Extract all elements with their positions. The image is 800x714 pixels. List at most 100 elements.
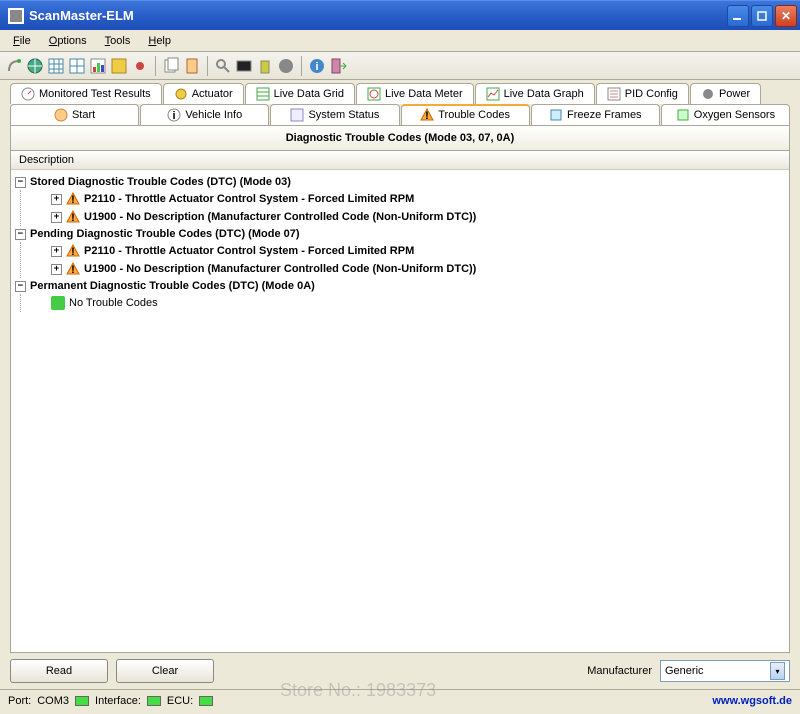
connect-icon[interactable] (5, 57, 23, 75)
tab-label: Start (72, 109, 95, 121)
paste-icon[interactable] (183, 57, 201, 75)
tab-pidconfig[interactable]: PID Config (596, 83, 689, 104)
dtc-text: P2110 - Throttle Actuator Control System… (84, 193, 414, 205)
none-text: No Trouble Codes (69, 297, 158, 309)
tree-group-permanent[interactable]: − Permanent Diagnostic Trouble Codes (DT… (15, 278, 785, 294)
tab-actuator[interactable]: Actuator (163, 83, 244, 104)
manufacturer-select[interactable]: Generic ▾ (660, 660, 790, 682)
website-link[interactable]: www.wgsoft.de (712, 695, 792, 707)
tab-label: Live Data Graph (504, 88, 584, 100)
close-button[interactable]: ✕ (775, 5, 797, 27)
titlebar: ScanMaster-ELM ✕ (0, 0, 800, 30)
tree-item-none[interactable]: No Trouble Codes (51, 294, 785, 312)
expand-icon[interactable]: + (51, 194, 62, 205)
ecu-led-icon (199, 696, 213, 706)
port-value: COM3 (37, 695, 69, 707)
maximize-button[interactable] (751, 5, 773, 27)
tab-monitored[interactable]: Monitored Test Results (10, 83, 162, 104)
tab-label: Live Data Grid (274, 88, 344, 100)
chart-icon[interactable] (89, 57, 107, 75)
stop-icon[interactable] (277, 57, 295, 75)
dtc-text: U1900 - No Description (Manufacturer Con… (84, 211, 476, 223)
tree-group-stored[interactable]: − Stored Diagnostic Trouble Codes (DTC) … (15, 174, 785, 190)
tab-power[interactable]: Power (690, 83, 761, 104)
tree-item-dtc[interactable]: + ! U1900 - No Description (Manufacturer… (51, 208, 785, 226)
tab-freezeframes[interactable]: Freeze Frames (531, 104, 660, 125)
tab-label: Power (719, 88, 750, 100)
group-label: Pending Diagnostic Trouble Codes (DTC) (… (30, 228, 300, 240)
tab-vehicleinfo[interactable]: i Vehicle Info (140, 104, 269, 125)
tab-label: Trouble Codes (438, 109, 510, 121)
tree-item-dtc[interactable]: + ! P2110 - Throttle Actuator Control Sy… (51, 242, 785, 260)
svg-text:!: ! (71, 246, 75, 258)
copy-icon[interactable] (162, 57, 180, 75)
search-icon[interactable] (214, 57, 232, 75)
tab-start[interactable]: Start (10, 104, 139, 125)
tabstrip: Monitored Test Results Actuator Live Dat… (0, 80, 800, 125)
dtc-text: U1900 - No Description (Manufacturer Con… (84, 263, 476, 275)
clear-button[interactable]: Clear (116, 659, 214, 683)
tab-label: Freeze Frames (567, 109, 642, 121)
menu-file[interactable]: File (5, 33, 39, 49)
meter-icon (367, 87, 381, 101)
gear-icon (174, 87, 188, 101)
read-button[interactable]: Read (10, 659, 108, 683)
window-title: ScanMaster-ELM (29, 8, 727, 23)
menubar: File Options Tools Help (0, 30, 800, 52)
battery-icon[interactable] (256, 57, 274, 75)
power-icon (701, 87, 715, 101)
tab-systemstatus[interactable]: System Status (270, 104, 399, 125)
dtc-tree[interactable]: − Stored Diagnostic Trouble Codes (DTC) … (11, 170, 789, 652)
collapse-icon[interactable]: − (15, 229, 26, 240)
expand-icon[interactable]: + (51, 212, 62, 223)
tab-row-2: Start i Vehicle Info System Status ! Troub… (10, 104, 790, 125)
tab-livegraph[interactable]: Live Data Graph (475, 83, 595, 104)
tab-livegrid[interactable]: Live Data Grid (245, 83, 355, 104)
menu-tools[interactable]: Tools (97, 33, 139, 49)
freeze-icon (549, 108, 563, 122)
tab-troublecodes[interactable]: ! Trouble Codes (401, 104, 530, 125)
minimize-button[interactable] (727, 5, 749, 27)
config-icon[interactable] (110, 57, 128, 75)
separator (155, 56, 156, 76)
gauge-icon (21, 87, 35, 101)
tab-label: Actuator (192, 88, 233, 100)
globe-icon[interactable] (26, 57, 44, 75)
tab-oxygen[interactable]: Oxygen Sensors (661, 104, 790, 125)
grid2-icon[interactable] (68, 57, 86, 75)
list-icon (607, 87, 621, 101)
grid-icon (256, 87, 270, 101)
interface-label: Interface: (95, 695, 141, 707)
description-header: Description (11, 151, 789, 170)
o2-icon (676, 108, 690, 122)
statusbar: Port: COM3 Interface: ECU: www.wgsoft.de (0, 689, 800, 711)
tree-item-dtc[interactable]: + ! U1900 - No Description (Manufacturer… (51, 260, 785, 278)
tree-item-dtc[interactable]: + ! P2110 - Throttle Actuator Control Sy… (51, 190, 785, 208)
menu-options[interactable]: Options (41, 33, 95, 49)
expand-icon[interactable]: + (51, 264, 62, 275)
warn-icon: ! (66, 244, 80, 258)
port-label: Port: (8, 695, 31, 707)
chevron-down-icon[interactable]: ▾ (770, 662, 785, 680)
collapse-icon[interactable]: − (15, 177, 26, 188)
tab-label: Vehicle Info (185, 109, 242, 121)
interface-led-icon (147, 696, 161, 706)
tab-label: PID Config (625, 88, 678, 100)
terminal-icon[interactable] (235, 57, 253, 75)
expand-icon[interactable]: + (51, 246, 62, 257)
status-icon (290, 108, 304, 122)
menu-help[interactable]: Help (140, 33, 179, 49)
info-icon[interactable]: i (308, 57, 326, 75)
start-icon (54, 108, 68, 122)
tree-group-pending[interactable]: − Pending Diagnostic Trouble Codes (DTC)… (15, 226, 785, 242)
exit-icon[interactable] (329, 57, 347, 75)
ok-icon (51, 296, 65, 310)
info-icon: i (167, 108, 181, 122)
svg-text:!: ! (425, 110, 429, 122)
tab-label: Live Data Meter (385, 88, 463, 100)
grid-icon[interactable] (47, 57, 65, 75)
warn-icon: ! (420, 108, 434, 122)
tab-livemeter[interactable]: Live Data Meter (356, 83, 474, 104)
collapse-icon[interactable]: − (15, 281, 26, 292)
refresh-icon[interactable] (131, 57, 149, 75)
